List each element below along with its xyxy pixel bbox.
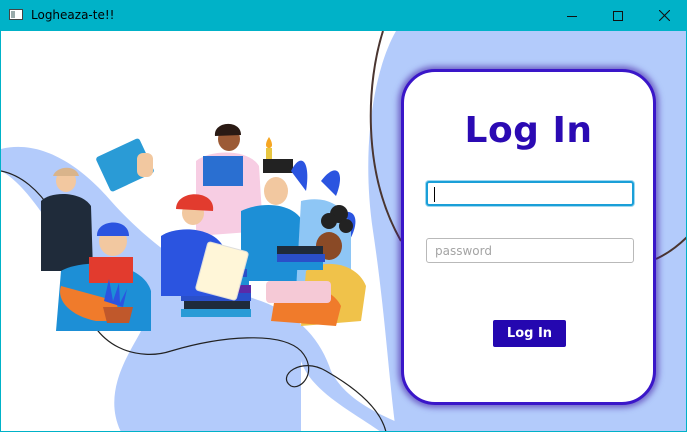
minimize-button[interactable] bbox=[549, 0, 595, 31]
window-title: Logheaza-te!! bbox=[31, 8, 115, 22]
login-card: Log In Log In bbox=[401, 69, 656, 405]
close-button[interactable] bbox=[641, 0, 687, 31]
maximize-button[interactable] bbox=[595, 0, 641, 31]
close-icon bbox=[658, 10, 670, 21]
text-caret bbox=[434, 187, 435, 202]
reading-people-illustration bbox=[41, 123, 366, 331]
title-bar[interactable]: Logheaza-te!! bbox=[0, 0, 687, 31]
app-icon bbox=[9, 9, 23, 20]
window-content: Log In Log In bbox=[0, 31, 687, 432]
minimize-icon bbox=[567, 15, 577, 17]
login-heading: Log In bbox=[464, 110, 593, 151]
username-input[interactable] bbox=[426, 181, 634, 206]
maximize-icon bbox=[613, 10, 623, 21]
login-button[interactable]: Log In bbox=[493, 320, 566, 347]
password-input[interactable] bbox=[426, 238, 634, 263]
